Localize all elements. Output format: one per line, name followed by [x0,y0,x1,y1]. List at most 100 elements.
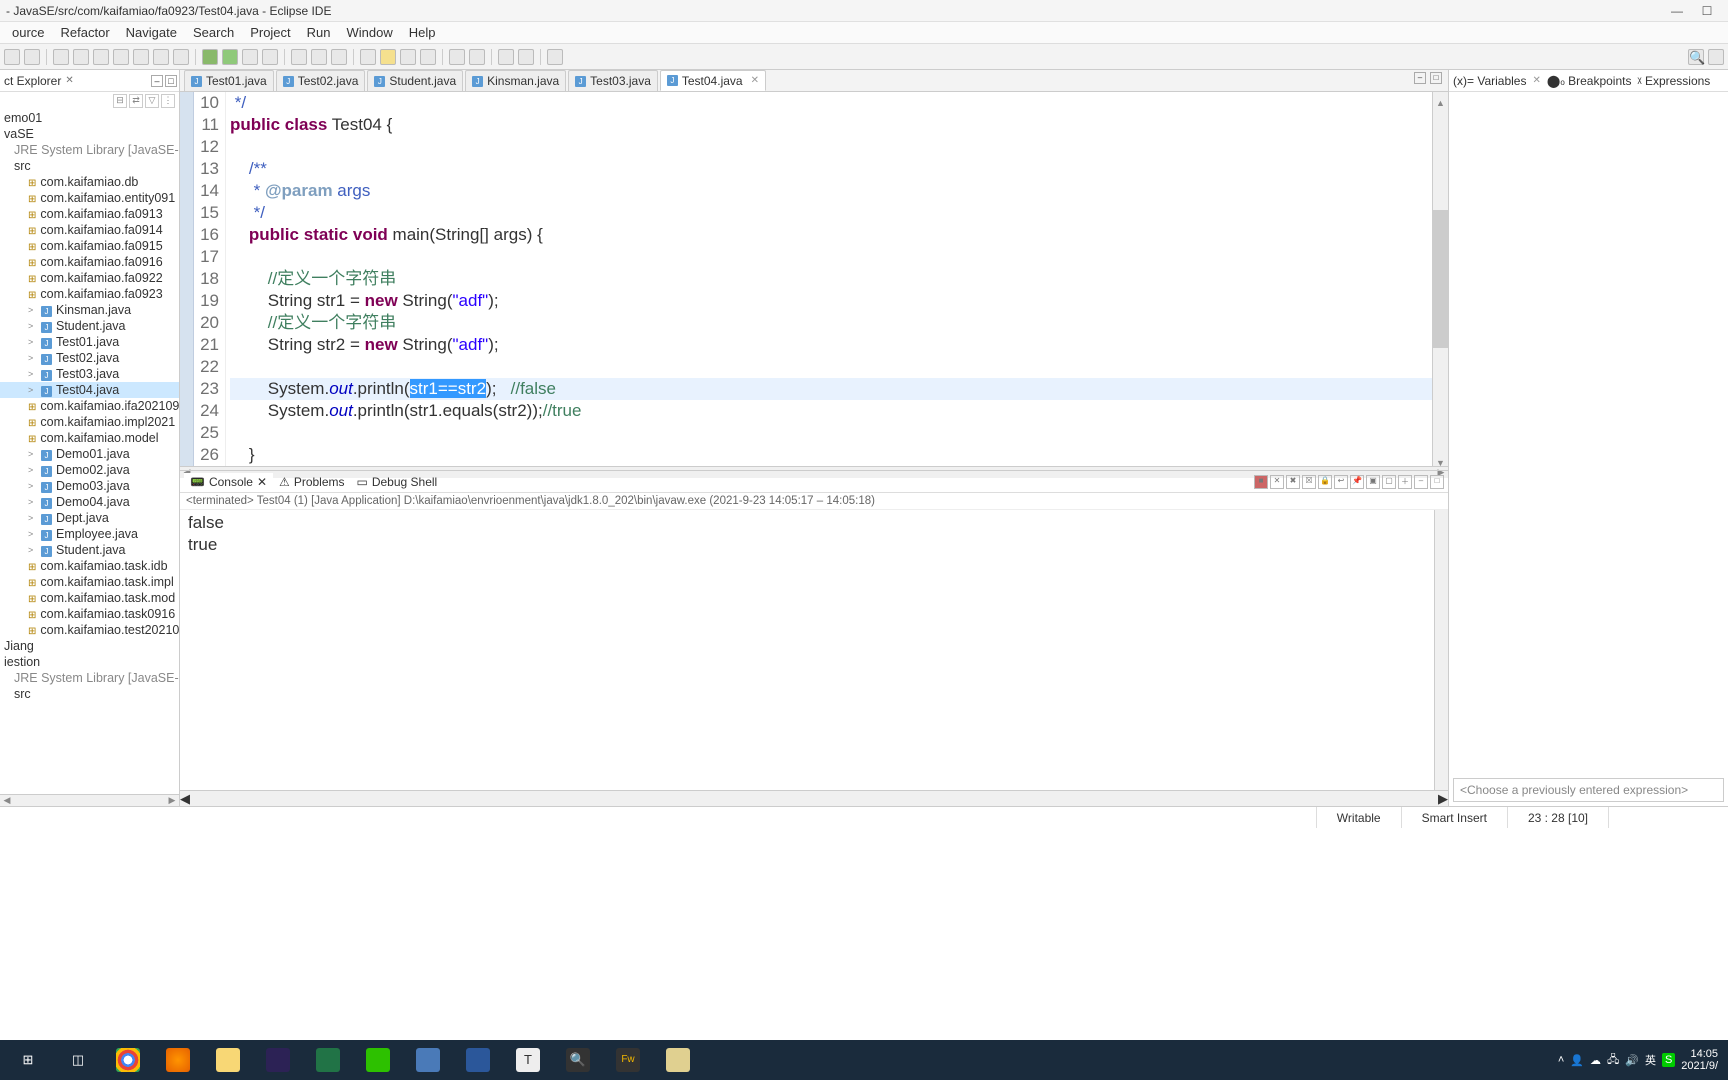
step-over-icon[interactable] [153,49,169,65]
eclipse-icon[interactable] [254,1042,302,1078]
tab-console[interactable]: 📟 Console ✕ [184,473,273,491]
tree-node[interactable]: com.kaifamiao.task.mod [0,590,179,606]
tree-node[interactable]: emo01 [0,110,179,126]
system-tray[interactable]: ˄ 👤 ☁ 🖧 🔊 英 S 14:05 2021/9/ [1558,1048,1724,1072]
close-icon[interactable]: ✕ [1532,75,1540,86]
tab-problems[interactable]: ⚠ Problems [273,473,350,491]
tree-node[interactable]: com.kaifamiao.ifa202109 [0,398,179,414]
toggle-block-icon[interactable] [400,49,416,65]
new-icon[interactable] [4,49,20,65]
tree-node[interactable]: iestion [0,654,179,670]
tree-node[interactable]: com.kaifamiao.fa0916 [0,254,179,270]
wechat-icon[interactable] [354,1042,402,1078]
debug-disconnect-icon[interactable] [113,49,129,65]
tree-node[interactable]: >Demo03.java [0,478,179,494]
tree-node[interactable]: >Test01.java [0,334,179,350]
next-annotation-icon[interactable] [469,49,485,65]
debug-stop-icon[interactable] [93,49,109,65]
expression-input-hint[interactable]: <Choose a previously entered expression> [1453,778,1724,802]
tray-network-icon[interactable]: 🖧 [1607,1051,1619,1070]
tree-node[interactable]: >Student.java [0,542,179,558]
close-icon[interactable]: ✕ [257,475,267,489]
tree-node[interactable]: >Demo02.java [0,462,179,478]
search-icon[interactable] [360,49,376,65]
tree-node[interactable]: com.kaifamiao.entity091 [0,190,179,206]
window-max[interactable]: ☐ [1692,4,1722,18]
step-into-icon[interactable] [133,49,149,65]
window-min[interactable]: — [1662,4,1692,18]
tree-node[interactable]: com.kaifamiao.fa0923 [0,286,179,302]
app2-icon[interactable] [654,1042,702,1078]
tree-node[interactable]: >Test02.java [0,350,179,366]
tab-breakpoints[interactable]: ⬤o Breakpoints [1547,74,1632,88]
terminate-icon[interactable]: ■ [1254,475,1268,489]
debug-icon[interactable] [202,49,218,65]
tree-node[interactable]: com.kaifamiao.impl2021 [0,414,179,430]
tray-chevron-icon[interactable]: ˄ [1558,1054,1564,1066]
fireworks-icon[interactable]: Fw [604,1042,652,1078]
minimize-icon[interactable]: ‒ [151,75,163,87]
tree-node[interactable]: com.kaifamiao.fa0913 [0,206,179,222]
view-menu-icon[interactable]: ⋮ [161,94,175,108]
tree-node[interactable]: >Test03.java [0,366,179,382]
show-whitespace-icon[interactable] [420,49,436,65]
editor-tab[interactable]: J Kinsman.java [465,70,566,91]
tray-ime-lang[interactable]: 英 [1645,1052,1656,1068]
editor-tab[interactable]: J Student.java [367,70,463,91]
tree-node[interactable]: com.kaifamiao.db [0,174,179,190]
maximize-icon[interactable]: □ [165,75,177,87]
collapse-all-icon[interactable]: ⊟ [113,94,127,108]
editor-min-icon[interactable]: ‒ [1414,72,1426,84]
clear-console-icon[interactable]: ☒ [1302,475,1316,489]
tree-node[interactable]: >Demo04.java [0,494,179,510]
ext-tools-icon[interactable] [262,49,278,65]
new-package-icon[interactable] [291,49,307,65]
open-console-icon[interactable]: ▢ [1382,475,1396,489]
perspective-java-icon[interactable] [1708,49,1724,65]
editor-max-icon[interactable]: □ [1430,72,1442,84]
tree-node[interactable]: src [0,686,179,702]
tray-volume-icon[interactable]: 🔊 [1625,1054,1639,1067]
app1-icon[interactable] [404,1042,452,1078]
editor-tab[interactable]: J Test01.java [184,70,274,91]
start-button[interactable]: ⊞ [4,1042,52,1078]
tree-node[interactable]: com.kaifamiao.task.impl [0,574,179,590]
debug-pause-icon[interactable] [73,49,89,65]
menu-project[interactable]: Project [242,23,298,42]
text-icon[interactable]: T [504,1042,552,1078]
tree-node[interactable]: >Test04.java [0,382,179,398]
tree-node[interactable]: com.kaifamiao.fa0914 [0,222,179,238]
tree-node[interactable]: com.kaifamiao.model [0,430,179,446]
run-icon[interactable] [222,49,238,65]
word-wrap-icon[interactable]: ↩ [1334,475,1348,489]
menu-window[interactable]: Window [339,23,401,42]
editor-vscroll[interactable]: ▲ ▼ [1432,92,1448,466]
tree-node[interactable]: vaSE [0,126,179,142]
tray-onedrive-icon[interactable]: ☁ [1590,1054,1601,1067]
tree-node[interactable]: Jiang [0,638,179,654]
nav-fwd-icon[interactable] [518,49,534,65]
pin-icon[interactable] [547,49,563,65]
console-max-icon[interactable]: □ [1430,475,1444,489]
new-class-icon[interactable] [311,49,327,65]
menu-navigate[interactable]: Navigate [118,23,185,42]
console-vscroll[interactable] [1434,510,1448,790]
tree-node[interactable]: com.kaifamiao.task0916 [0,606,179,622]
chrome-icon[interactable] [104,1042,152,1078]
tree-node[interactable]: src [0,158,179,174]
project-tree[interactable]: emo01vaSEJRE System Library [JavaSE-srcc… [0,110,179,794]
console-output[interactable]: falsetrue [180,510,1434,790]
tab-variables[interactable]: (x)= Variables [1453,74,1526,88]
new-console-icon[interactable]: ＋ [1398,475,1412,489]
quick-access-search-icon[interactable]: 🔍 [1688,49,1704,65]
file-explorer-icon[interactable] [204,1042,252,1078]
menu-run[interactable]: Run [299,23,339,42]
nav-back-icon[interactable] [498,49,514,65]
code-editor[interactable]: */public class Test04 { /** * @param arg… [226,92,1432,466]
menu-help[interactable]: Help [401,23,444,42]
tree-node[interactable]: com.kaifamiao.test20210 [0,622,179,638]
tree-node[interactable]: com.kaifamiao.fa0915 [0,238,179,254]
tree-node[interactable]: >Demo01.java [0,446,179,462]
excel-icon[interactable] [304,1042,352,1078]
editor-tab[interactable]: J Test04.java ✕ [660,70,766,91]
